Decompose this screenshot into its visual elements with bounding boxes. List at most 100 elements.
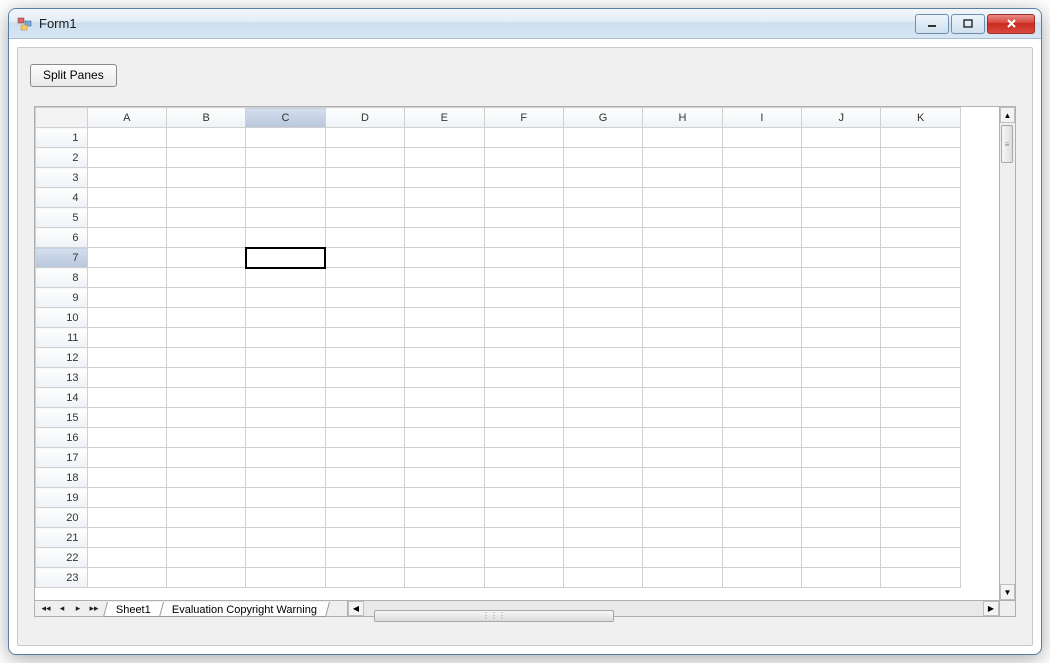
cell[interactable] <box>484 248 563 268</box>
column-header[interactable]: I <box>722 108 801 128</box>
cell[interactable] <box>325 388 404 408</box>
cell[interactable] <box>643 508 722 528</box>
cell[interactable] <box>166 568 245 588</box>
cell[interactable] <box>325 348 404 368</box>
cell[interactable] <box>881 448 961 468</box>
cell[interactable] <box>166 508 245 528</box>
cell[interactable] <box>643 128 722 148</box>
cell[interactable] <box>325 308 404 328</box>
cell[interactable] <box>484 408 563 428</box>
selected-cell[interactable] <box>246 248 325 268</box>
cell[interactable] <box>325 488 404 508</box>
cell[interactable] <box>484 168 563 188</box>
row-header[interactable]: 4 <box>36 188 88 208</box>
cell[interactable] <box>881 188 961 208</box>
close-button[interactable] <box>987 14 1035 34</box>
cell[interactable] <box>881 428 961 448</box>
tab-nav-next-icon[interactable]: ▸ <box>71 602 85 616</box>
cell[interactable] <box>881 288 961 308</box>
cell[interactable] <box>643 208 722 228</box>
cell[interactable] <box>325 428 404 448</box>
cell[interactable] <box>166 428 245 448</box>
cell[interactable] <box>802 428 881 448</box>
cell[interactable] <box>166 308 245 328</box>
cell[interactable] <box>643 428 722 448</box>
cell[interactable] <box>246 508 325 528</box>
cell[interactable] <box>484 548 563 568</box>
scroll-up-arrow-icon[interactable]: ▲ <box>1000 107 1015 123</box>
cell[interactable] <box>722 388 801 408</box>
cell[interactable] <box>802 248 881 268</box>
titlebar[interactable]: Form1 <box>9 9 1041 39</box>
cell[interactable] <box>802 168 881 188</box>
cell[interactable] <box>881 148 961 168</box>
cell[interactable] <box>484 308 563 328</box>
cell[interactable] <box>166 288 245 308</box>
cell[interactable] <box>325 288 404 308</box>
cell[interactable] <box>405 368 484 388</box>
cell[interactable] <box>722 308 801 328</box>
cell[interactable] <box>643 308 722 328</box>
cell[interactable] <box>643 408 722 428</box>
cell[interactable] <box>87 428 166 448</box>
cell[interactable] <box>325 368 404 388</box>
cell[interactable] <box>246 188 325 208</box>
cell[interactable] <box>484 488 563 508</box>
cell[interactable] <box>166 548 245 568</box>
row-header[interactable]: 3 <box>36 168 88 188</box>
cell[interactable] <box>246 128 325 148</box>
cell[interactable] <box>643 368 722 388</box>
cell[interactable] <box>87 328 166 348</box>
cell[interactable] <box>563 488 642 508</box>
cell[interactable] <box>325 148 404 168</box>
cell[interactable] <box>802 568 881 588</box>
cell[interactable] <box>87 548 166 568</box>
cell[interactable] <box>722 128 801 148</box>
cell[interactable] <box>722 328 801 348</box>
cell[interactable] <box>405 348 484 368</box>
row-header[interactable]: 8 <box>36 268 88 288</box>
cell[interactable] <box>881 168 961 188</box>
cell[interactable] <box>325 228 404 248</box>
row-header[interactable]: 14 <box>36 388 88 408</box>
grid-viewport[interactable]: ABCDEFGHIJK 1234567891011121314151617181… <box>35 107 999 600</box>
cell[interactable] <box>881 228 961 248</box>
cell[interactable] <box>484 228 563 248</box>
cell[interactable] <box>881 328 961 348</box>
cell[interactable] <box>87 568 166 588</box>
cell[interactable] <box>325 188 404 208</box>
cell[interactable] <box>405 528 484 548</box>
cell[interactable] <box>802 348 881 368</box>
cell[interactable] <box>643 488 722 508</box>
cell[interactable] <box>87 348 166 368</box>
cell[interactable] <box>246 208 325 228</box>
row-header[interactable]: 15 <box>36 408 88 428</box>
tab-nav-last-icon[interactable]: ▸▸ <box>87 602 101 616</box>
cell[interactable] <box>325 448 404 468</box>
cell[interactable] <box>87 128 166 148</box>
column-header[interactable]: E <box>405 108 484 128</box>
cell[interactable] <box>166 268 245 288</box>
horizontal-scrollbar[interactable]: ◀ ⋮⋮⋮ ▶ <box>347 601 999 616</box>
cell[interactable] <box>881 348 961 368</box>
cell[interactable] <box>643 348 722 368</box>
cell[interactable] <box>802 128 881 148</box>
hscroll-thumb[interactable]: ⋮⋮⋮ <box>374 610 614 622</box>
cell[interactable] <box>563 388 642 408</box>
cell[interactable] <box>722 248 801 268</box>
row-header[interactable]: 7 <box>36 248 88 268</box>
cell[interactable] <box>166 188 245 208</box>
cell[interactable] <box>246 228 325 248</box>
cell[interactable] <box>802 388 881 408</box>
cell[interactable] <box>802 408 881 428</box>
cell[interactable] <box>246 388 325 408</box>
cell[interactable] <box>484 368 563 388</box>
cell[interactable] <box>246 308 325 328</box>
cell[interactable] <box>484 208 563 228</box>
cell[interactable] <box>87 528 166 548</box>
cell[interactable] <box>405 408 484 428</box>
cell[interactable] <box>881 408 961 428</box>
cell[interactable] <box>881 568 961 588</box>
cell[interactable] <box>166 228 245 248</box>
cell[interactable] <box>643 148 722 168</box>
